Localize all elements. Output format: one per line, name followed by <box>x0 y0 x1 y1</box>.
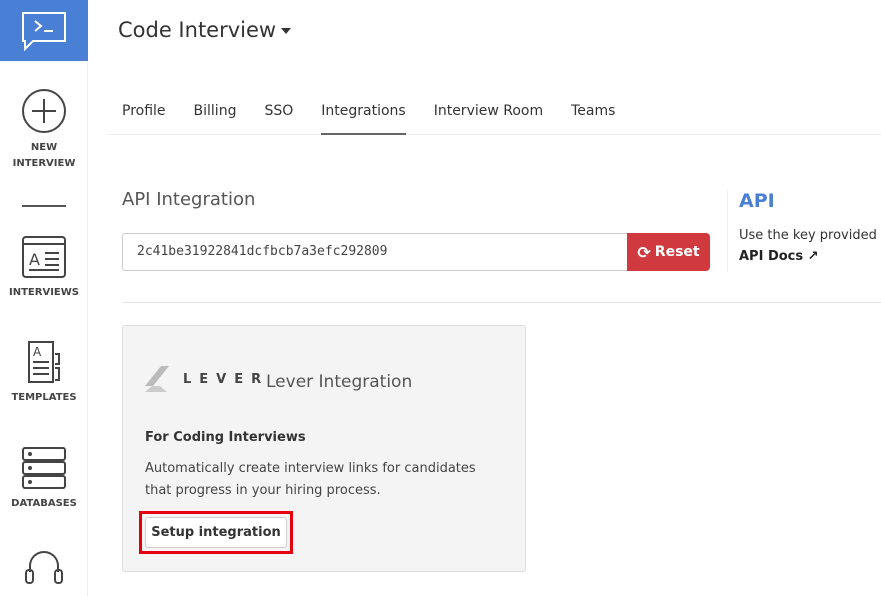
highlight-box: Setup integration <box>139 511 293 554</box>
setup-integration-button[interactable]: Setup integration <box>145 517 287 548</box>
refresh-icon: ⟳ <box>637 242 651 262</box>
lever-integration-card: LEVER Lever Integration For Coding Inter… <box>122 325 526 572</box>
page-title[interactable]: Code Interview <box>118 18 292 42</box>
tab-sso[interactable]: SSO <box>264 92 293 135</box>
reset-label: Reset <box>654 244 700 260</box>
caret-down-icon <box>281 28 292 34</box>
sidebar-item-interviews[interactable]: A INTERVIEWS <box>0 235 88 301</box>
headset-icon <box>25 551 63 584</box>
sidebar-item-templates[interactable]: A TEMPLATES <box>0 340 88 406</box>
page-title-text: Code Interview <box>118 18 277 42</box>
plus-circle-icon <box>22 89 66 133</box>
templates-icon: A <box>28 341 60 383</box>
svg-text:A: A <box>29 250 40 269</box>
lever-logo-icon <box>145 366 169 392</box>
tab-profile[interactable]: Profile <box>122 92 166 135</box>
card-subheading: For Coding Interviews <box>145 430 306 445</box>
terminal-chat-icon <box>22 11 66 51</box>
api-side-text: Use the key provided t <box>739 228 881 243</box>
external-link-icon: ↗ <box>807 249 819 264</box>
api-docs-label: API Docs <box>739 249 804 264</box>
sidebar-item-databases[interactable]: DATABASES <box>0 446 88 512</box>
sidebar-item-label: DATABASES <box>11 498 77 509</box>
lever-wordmark: LEVER <box>183 371 270 387</box>
settings-tabs: Profile Billing SSO Integrations Intervi… <box>106 92 881 135</box>
app-logo[interactable] <box>0 0 88 61</box>
sidebar-item-label: NEW INTERVIEW <box>12 142 76 169</box>
api-key-field[interactable]: 2c41be31922841dcfbcb7a3efc292809 <box>122 233 628 271</box>
divider <box>727 190 728 272</box>
svg-text:A: A <box>33 345 42 359</box>
sidebar-divider <box>22 205 66 207</box>
tab-interview-room[interactable]: Interview Room <box>434 92 543 135</box>
section-divider <box>122 302 881 303</box>
lever-logo: LEVER <box>145 366 269 392</box>
api-docs-link[interactable]: API Docs ↗ <box>739 249 819 264</box>
lever-title: Lever Integration <box>266 372 413 392</box>
reset-button[interactable]: ⟳ Reset <box>627 233 710 271</box>
tab-billing[interactable]: Billing <box>194 92 237 135</box>
sidebar: NEW INTERVIEW A INTERVIEWS A TEMPLATES D… <box>0 0 88 596</box>
sidebar-item-new-interview[interactable]: NEW INTERVIEW <box>0 88 88 172</box>
api-integration-heading: API Integration <box>122 189 256 210</box>
card-description: Automatically create interview links for… <box>145 461 476 498</box>
tab-integrations[interactable]: Integrations <box>321 92 406 135</box>
database-icon <box>22 447 66 489</box>
api-side-heading: API <box>739 190 775 212</box>
sidebar-item-support[interactable] <box>0 546 88 596</box>
tab-teams[interactable]: Teams <box>571 92 615 135</box>
interviews-icon: A <box>22 236 66 278</box>
sidebar-item-label: TEMPLATES <box>11 392 77 403</box>
sidebar-item-label: INTERVIEWS <box>9 287 79 298</box>
